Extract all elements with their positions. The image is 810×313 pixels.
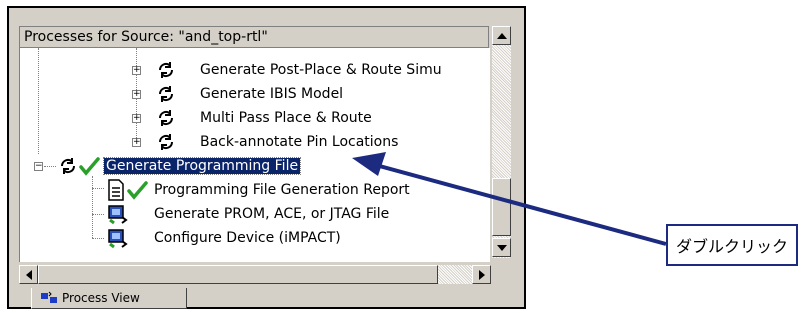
callout-text: ダブルクリック xyxy=(675,237,788,256)
callout-arrow xyxy=(352,152,667,246)
callout-label: ダブルクリック xyxy=(666,224,798,266)
